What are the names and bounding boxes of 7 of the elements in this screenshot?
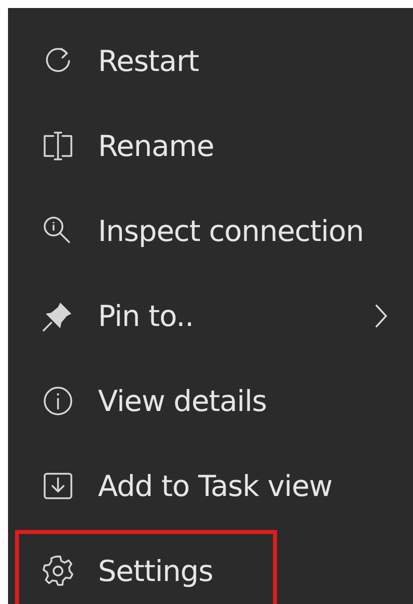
menu-item[interactable]: Add to Task view xyxy=(8,443,413,528)
menu-item[interactable]: Pin to.. xyxy=(8,273,413,358)
menu-item[interactable]: View details xyxy=(8,358,413,443)
menu-item[interactable]: Inspect connection xyxy=(8,188,413,273)
menu-item[interactable]: Restart xyxy=(8,18,413,103)
menu-item[interactable]: Rename xyxy=(8,103,413,188)
menu-item[interactable]: Settings xyxy=(8,528,413,604)
